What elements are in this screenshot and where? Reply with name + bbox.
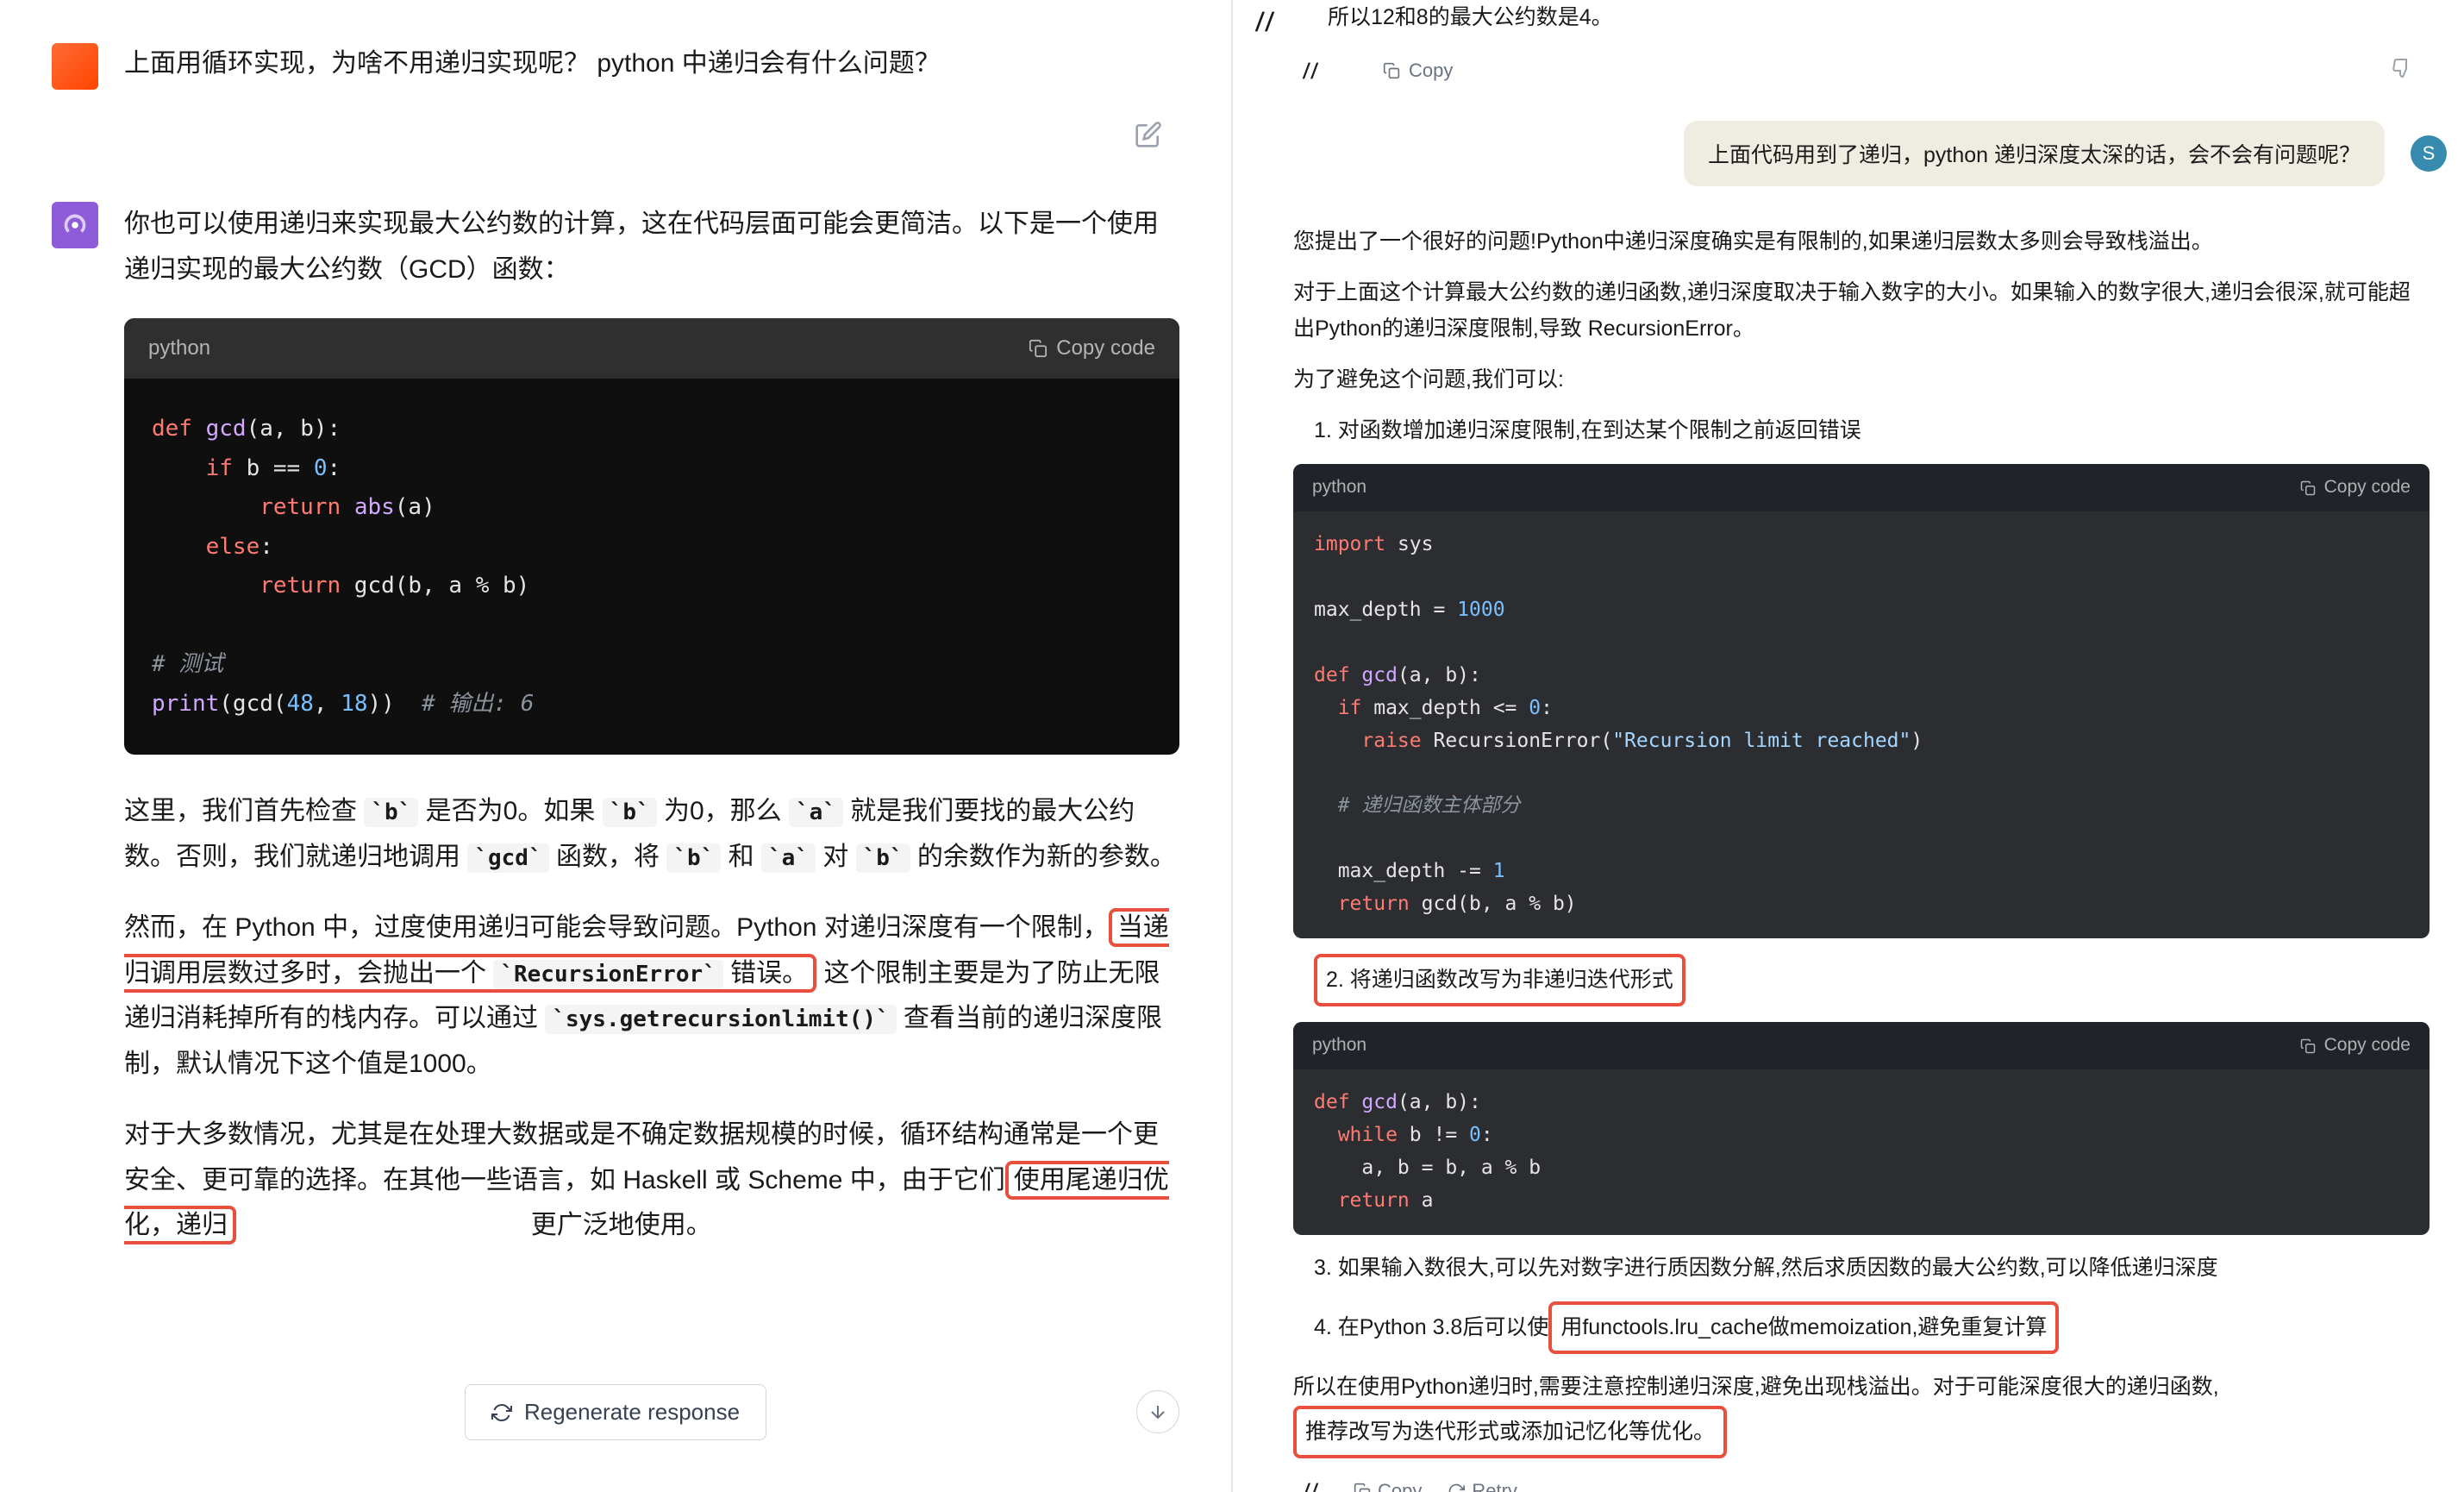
assistant-intro: 你也可以使用递归来实现最大公约数的计算，这在代码层面可能会更简洁。以下是一个使用…: [124, 202, 1179, 292]
code-lang-label: python: [148, 330, 210, 367]
copy-button-2[interactable]: Copy: [1354, 1480, 1422, 1492]
left-chat-panel: 上面用循环实现，为啥不用递归实现呢？ python 中递归会有什么问题？ 你也可…: [0, 0, 1233, 1492]
r-code-header-2: python Copy code: [1293, 1022, 2430, 1069]
r-code-header-1: python Copy code: [1293, 464, 2430, 511]
clipboard-icon: [2300, 1038, 2316, 1054]
code-block-1: python Copy code def gcd(a, b): if b == …: [124, 318, 1179, 755]
clipboard-icon: [1029, 339, 1048, 358]
highlight-recommend: 推荐改写为迭代形式或添加记忆化等优化。: [1293, 1406, 1727, 1458]
paragraph-3: 然而，在 Python 中，过度使用递归可能会导致问题。Python 对递归深度…: [124, 906, 1179, 1087]
scroll-down-button[interactable]: [1136, 1390, 1179, 1433]
r-code-body-1: import sys max_depth = 1000 def gcd(a, b…: [1293, 511, 2430, 938]
right-chat-panel: 所以12和8的最大公约数是4。 Copy 上面代码用到了递归，python 递归…: [1233, 0, 2464, 1492]
anthropic-small-icon: [1293, 53, 1328, 88]
copy-code-button-r2[interactable]: Copy code: [2300, 1031, 2411, 1061]
r-code-body-2: def gcd(a, b): while b != 0: a, b = b, a…: [1293, 1069, 2430, 1235]
copy-icon: [1354, 1483, 1371, 1492]
assistant-message-row: 你也可以使用递归来实现最大公约数的计算，这在代码层面可能会更简洁。以下是一个使用…: [17, 116, 1214, 1275]
copy-code-button[interactable]: Copy code: [1029, 330, 1155, 367]
anthropic-logo-icon: [1250, 7, 1279, 42]
r-para-2: 对于上面这个计算最大公约数的递归函数,递归深度取决于输入数字的大小。如果输入的数…: [1293, 275, 2430, 347]
paragraph-2: 这里，我们首先检查 `b` 是否为0。如果 `b` 为0，那么 `a` 就是我们…: [124, 789, 1179, 880]
r-list-item-4: 4. 在Python 3.8后可以使用functools.lru_cache做m…: [1314, 1301, 2430, 1354]
regenerate-button[interactable]: Regenerate response: [465, 1384, 766, 1440]
refresh-icon: [491, 1402, 512, 1423]
assistant-avatar: [52, 202, 98, 248]
code-body: def gcd(a, b): if b == 0: return abs(a) …: [124, 379, 1179, 755]
r-para-end: 所以在使用Python递归时,需要注意控制递归深度,避免出现栈溢出。对于可能深度…: [1293, 1370, 2430, 1458]
previous-actions-row: Copy: [1293, 53, 2447, 100]
anthropic-small-icon-2: [1293, 1474, 1328, 1492]
user-message-text: 上面用循环实现，为啥不用递归实现呢？ python 中递归会有什么问题？: [124, 43, 1179, 85]
code-header: python Copy code: [124, 318, 1179, 379]
user-message-row-right: 上面代码用到了递归，python 递归深度太深的话，会不会有问题呢？ S: [1250, 100, 2447, 207]
r-para-3: 为了避免这个问题,我们可以:: [1293, 362, 2430, 398]
highlight-iterative: 2. 将递归函数改写为非递归迭代形式: [1314, 954, 1685, 1006]
user-bubble: 上面代码用到了递归，python 递归深度太深的话，会不会有问题呢？: [1684, 121, 2385, 186]
edit-icon[interactable]: [1135, 121, 1162, 148]
r-code-block-1: python Copy code import sys max_depth = …: [1293, 464, 2430, 938]
r-list-item-2: 2. 将递归函数改写为非递归迭代形式: [1293, 954, 2430, 1006]
user-avatar: [52, 43, 98, 90]
paragraph-4: 对于大多数情况，尤其是在处理大数据或是不确定数据规模的时候，循环结构通常是一个更…: [124, 1113, 1179, 1249]
r-list-item-3: 3. 如果输入数很大,可以先对数字进行质因数分解,然后求质因数的最大公约数,可以…: [1314, 1251, 2430, 1286]
user-avatar-right: S: [2411, 135, 2447, 172]
user-message-row: 上面用循环实现，为啥不用递归实现呢？ python 中递归会有什么问题？: [17, 43, 1214, 116]
copy-code-button-r1[interactable]: Copy code: [2300, 473, 2411, 503]
clipboard-icon: [2300, 480, 2316, 496]
assistant-content: 你也可以使用递归来实现最大公约数的计算，这在代码层面可能会更简洁。以下是一个使用…: [124, 202, 1179, 1275]
assistant-response-right: 您提出了一个很好的问题!Python中递归深度确实是有限制的,如果递归层数太多则…: [1293, 224, 2430, 1458]
r-code-block-2: python Copy code def gcd(a, b): while b …: [1293, 1022, 2430, 1234]
thumbs-down-icon[interactable]: [2392, 57, 2412, 85]
highlight-lru-cache: 用functools.lru_cache做memoization,避免重复计算: [1548, 1301, 2059, 1354]
refresh-icon: [1448, 1483, 1465, 1492]
r-list-item-1: 1. 对函数增加递归深度限制,在到达某个限制之前返回错误: [1314, 413, 2430, 448]
retry-button[interactable]: Retry: [1448, 1480, 1517, 1492]
copy-button[interactable]: Copy: [1383, 60, 1453, 82]
previous-response-tail: 所以12和8的最大公约数是4。: [1328, 0, 2447, 34]
r-para-1: 您提出了一个很好的问题!Python中递归深度确实是有限制的,如果递归层数太多则…: [1293, 224, 2430, 260]
arrow-down-icon: [1148, 1401, 1168, 1422]
r-bottom-actions: Copy Retry: [1293, 1474, 2447, 1492]
copy-icon: [1383, 62, 1400, 79]
